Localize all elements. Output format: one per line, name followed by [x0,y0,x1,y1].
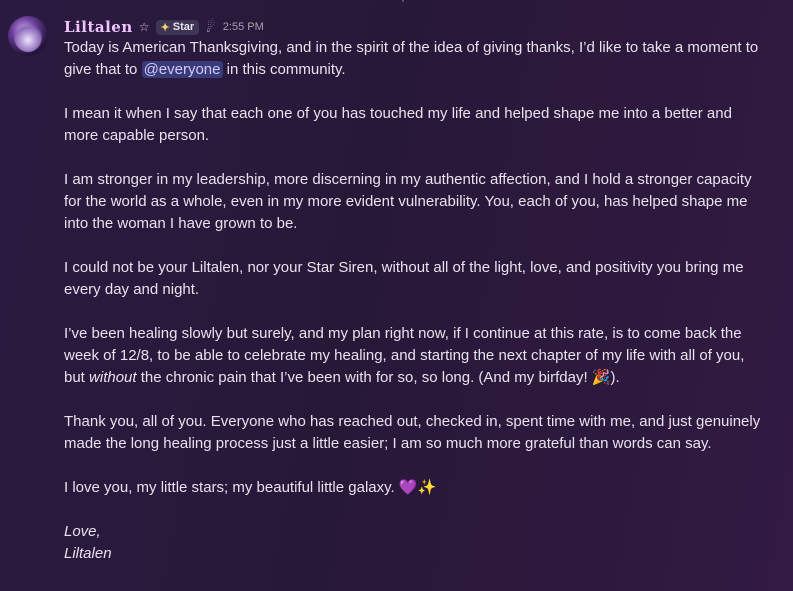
paragraph-7: I love you, my little stars; my beautifu… [64,477,764,499]
timestamp[interactable]: 2:55 PM [223,21,264,33]
role-tag-label: Star [172,21,195,33]
p5-text-b: the chronic pain that I’ve been with for… [136,369,592,386]
message-header: Liltalen ☆ ✦ Star ☄ 2:55 PM [64,16,264,38]
paragraph-3: I am stronger in my leadership, more dis… [64,171,752,232]
shooting-star-icon: ☄ [202,17,219,36]
paragraph-6: Thank you, all of you. Everyone who has … [64,413,761,452]
avatar-image [14,22,42,52]
sparkles-icon: ✨ [417,479,437,496]
paragraph-2: I mean it when I say that each one of yo… [64,105,732,144]
paragraph-5: I’ve been healing slowly but surely, and… [64,323,764,389]
p5-emphasis: without [89,369,137,386]
username[interactable]: Liltalen [64,18,133,36]
p7-text: I love you, my little stars; my beautifu… [64,479,399,496]
party-popper-icon: 🎉 [591,369,611,386]
p5-text-c: ). [610,369,620,386]
sparkle-tag-icon: ✦ [160,21,170,34]
star-outline-icon: ☆ [138,20,150,34]
purple-heart-icon: 💜 [398,479,418,496]
everyone-mention[interactable]: @everyone [141,61,223,78]
message-content: Today is American Thanksgiving, and in t… [64,37,764,565]
paragraph-1: Today is American Thanksgiving, and in t… [64,37,764,81]
chat-message: Liltalen ☆ ✦ Star ☄ 2:55 PM Today is Ame… [0,0,793,591]
paragraph-4: I could not be your Liltalen, nor your S… [64,259,744,298]
signature: Love, Liltalen [64,521,764,565]
avatar[interactable] [8,16,48,56]
signature-line-1: Love, [64,523,101,540]
signature-line-2: Liltalen [64,545,112,562]
p1-text-b: in this community. [222,61,346,78]
role-tag[interactable]: ✦ Star [155,19,200,35]
